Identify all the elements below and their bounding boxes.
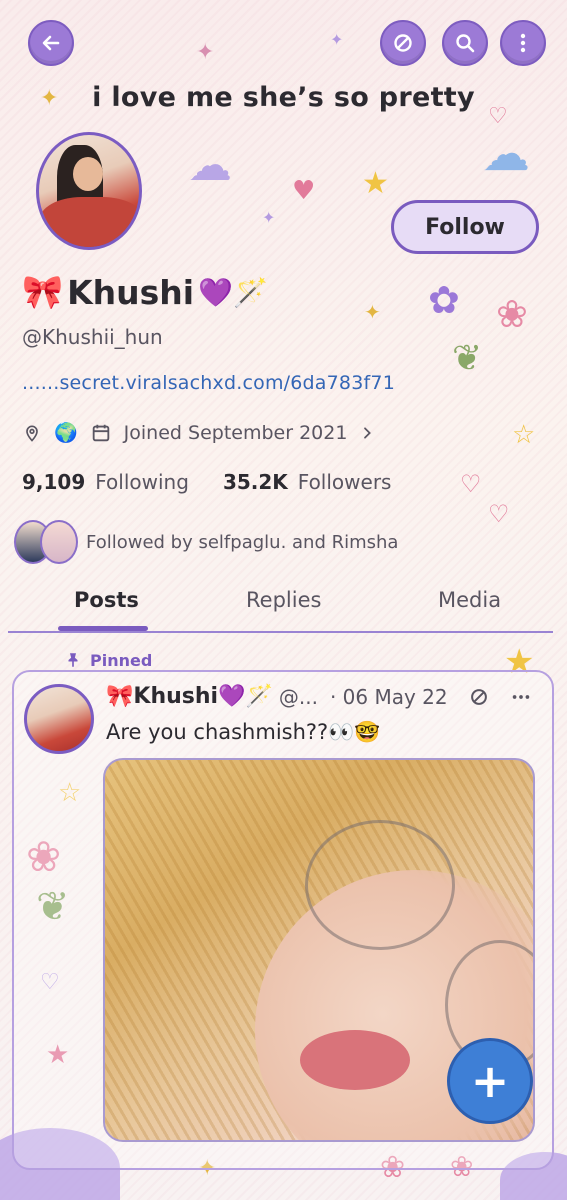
more-vertical-icon [520, 33, 526, 53]
flower-icon: ✿ [428, 278, 460, 322]
link-prefix-dots: ...... [22, 372, 60, 394]
star-icon: ☆ [512, 420, 536, 450]
not-interested-icon[interactable] [468, 686, 490, 708]
sparkle-icon: ✦ [330, 30, 344, 49]
pinned-label: Pinned [90, 650, 153, 670]
followed-by-row[interactable]: Followed by selfpaglu. and Rimsha [14, 520, 398, 564]
globe-emoji: 🌍 [54, 422, 78, 444]
block-button[interactable] [380, 20, 426, 66]
profile-bio-header: i love me she’s so pretty [92, 82, 475, 113]
followers-count: 35.2K [222, 470, 288, 494]
more-options-button[interactable] [500, 20, 546, 66]
followed-by-text: Followed by selfpaglu. and Rimsha [86, 531, 399, 553]
sparkle-icon: ✦ [196, 40, 215, 65]
heart-icon: ♡ [488, 500, 510, 528]
follower-avatar [40, 520, 78, 564]
heart-wand-emoji: 💜🪄 [198, 275, 268, 309]
cloud-icon: ☁ [188, 140, 232, 191]
sparkle-icon: ✦ [364, 300, 381, 324]
follow-stats: 9,109 Following 35.2K Followers [22, 470, 391, 494]
display-name-text: Khushi [67, 272, 195, 312]
heart-icon: ♥ [292, 176, 316, 206]
sparkle-icon: ✦ [262, 208, 276, 227]
pinned-indicator: Pinned [64, 650, 152, 670]
avatar-face [73, 157, 103, 191]
pin-icon [68, 653, 78, 667]
location-pin-icon [26, 425, 38, 442]
profile-meta-row: 🌍 Joined September 2021 [22, 421, 375, 444]
post-header: 🎀Khushi💜🪄 @... · 06 May 22 [106, 684, 534, 709]
following-label: Following [95, 470, 189, 494]
tulip-icon: ❀ [496, 292, 528, 336]
followers-stat[interactable]: 35.2K Followers [223, 470, 392, 494]
more-horizontal-icon[interactable] [508, 686, 534, 708]
post-author-name[interactable]: 🎀Khushi💜🪄 [106, 684, 273, 709]
not-interested-icon [394, 34, 412, 52]
arrow-left-icon [42, 35, 60, 51]
leaf-icon: ❦ [452, 338, 483, 379]
search-icon [456, 34, 475, 53]
tabs-divider [8, 631, 553, 633]
chevron-right-icon[interactable] [359, 424, 375, 442]
back-button[interactable] [28, 20, 74, 66]
user-handle: @Khushii_hun [22, 325, 163, 349]
calendar-icon [92, 424, 109, 441]
profile-tabs: Posts Replies Media [0, 588, 567, 636]
avatar-dress [39, 197, 139, 247]
compose-fab-button[interactable]: + [447, 1038, 533, 1124]
heart-wand-emoji: 💜🪄 [218, 684, 273, 709]
bow-emoji: 🎀 [22, 272, 64, 311]
following-stat[interactable]: 9,109 Following [22, 470, 189, 494]
bow-emoji: 🎀 [106, 684, 134, 709]
post-author-handle: @... [278, 684, 318, 709]
profile-avatar[interactable] [36, 132, 142, 250]
following-count: 9,109 [22, 470, 86, 494]
joined-date: Joined September 2021 [123, 421, 348, 444]
follow-button[interactable]: Follow [391, 200, 539, 254]
post-text: Are you chashmish??👀🤓 [106, 720, 381, 744]
image-glasses [305, 820, 455, 950]
profile-link-row: ......secret.viralsachxd.com/6da783f71 [22, 372, 395, 394]
tab-replies[interactable]: Replies [246, 588, 321, 612]
search-button[interactable] [442, 20, 488, 66]
profile-link[interactable]: secret.viralsachxd.com/6da783f71 [59, 372, 395, 394]
post-author-text: Khushi [133, 684, 219, 709]
display-name: 🎀 Khushi 💜🪄 [22, 272, 268, 312]
tab-posts[interactable]: Posts [74, 588, 139, 612]
cloud-icon: ☁ [482, 126, 530, 182]
star-icon: ★ [362, 166, 389, 201]
tab-media[interactable]: Media [438, 588, 501, 612]
post-date: · 06 May 22 [329, 684, 448, 709]
post-author-avatar[interactable] [24, 684, 94, 754]
followers-label: Followers [297, 470, 392, 494]
heart-icon: ♡ [460, 470, 482, 498]
image-lips [300, 1030, 410, 1090]
